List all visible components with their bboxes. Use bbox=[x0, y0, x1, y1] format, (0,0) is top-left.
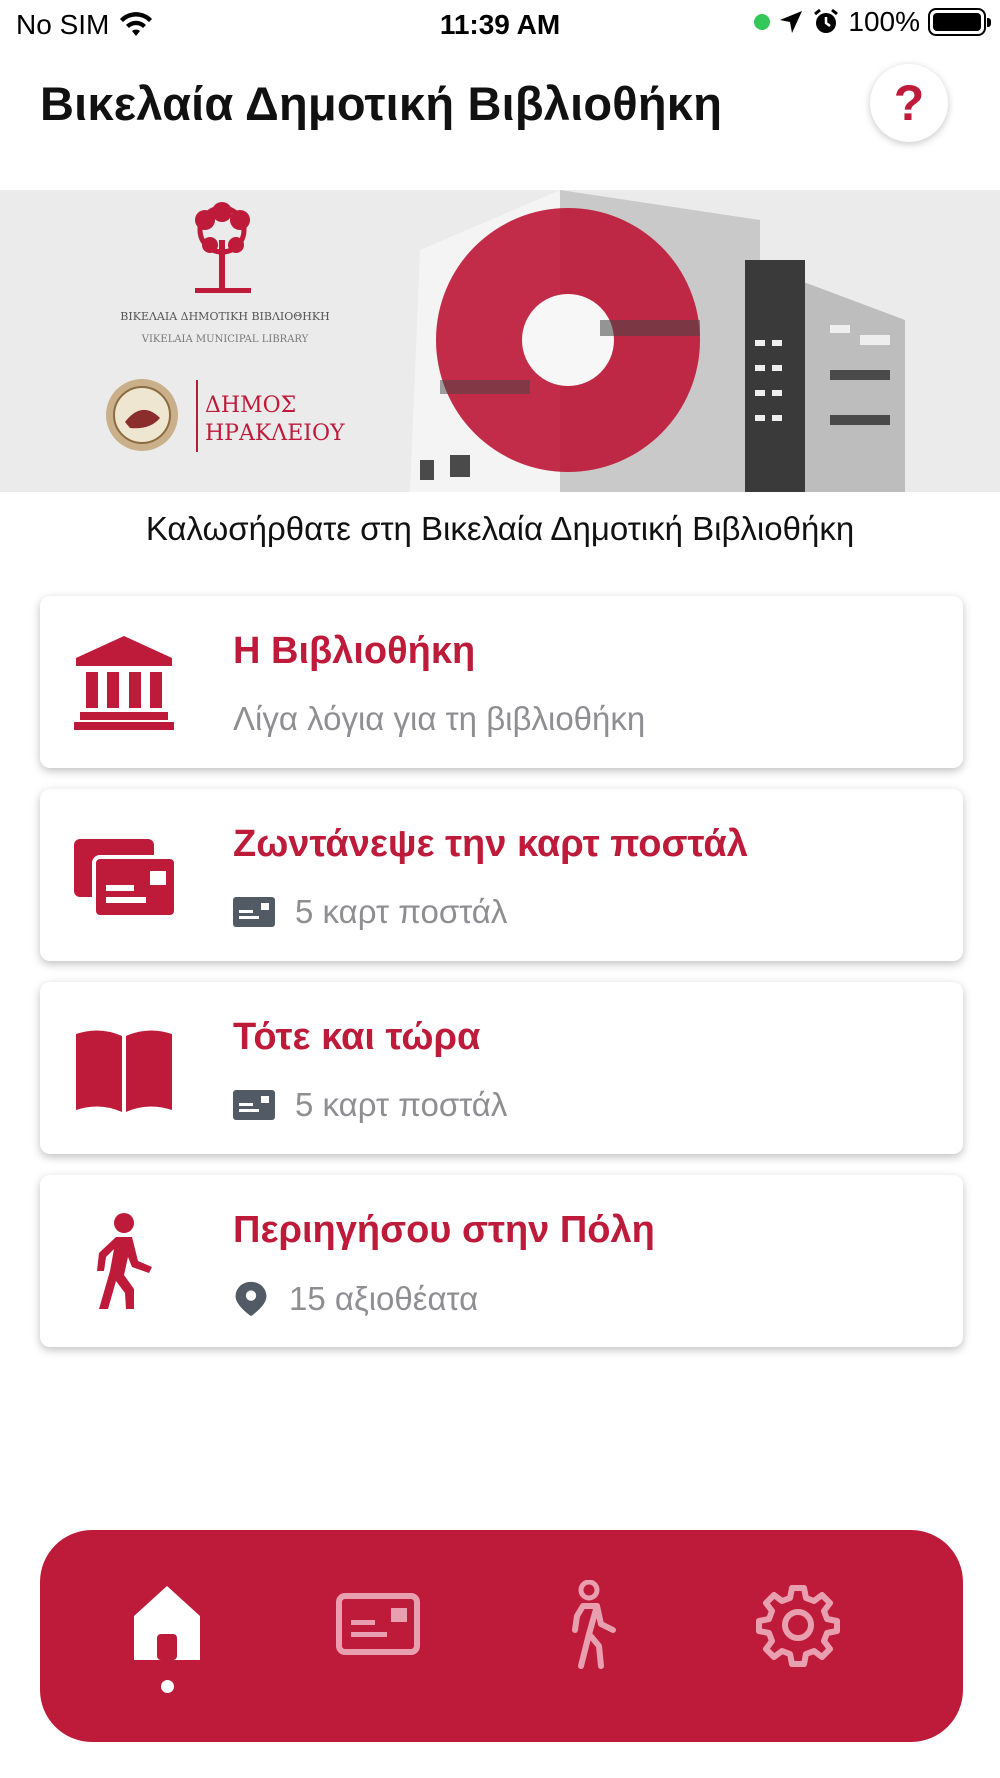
library-banner-image: ΒΙΚΕΛΑΙΑ ΔΗΜΟΤΙΚΗ ΒΙΒΛΙΟΘΗΚΗ VIKELAIA MU… bbox=[0, 190, 1000, 492]
municipality-text-1: ΔΗΜΟΣ bbox=[205, 393, 296, 418]
banner-logo-text: ΒΙΚΕΛΑΙΑ ΔΗΜΟΤΙΚΗ ΒΙΒΛΙΟΘΗΚΗ bbox=[120, 310, 329, 323]
menu-card-city-tour[interactable]: Περιηγήσου στην Πόλη 15 αξιοθέατα bbox=[40, 1175, 963, 1347]
tab-bar bbox=[40, 1530, 963, 1742]
postcard-icon bbox=[336, 1593, 420, 1655]
menu-card-title: Περιηγήσου στην Πόλη bbox=[233, 1209, 655, 1251]
menu-card-subtitle-text: 15 αξιοθέατα bbox=[289, 1280, 479, 1317]
menu-card-subtitle-text: 5 καρτ ποστάλ bbox=[295, 893, 508, 930]
menu-card-title: Τότε και τώρα bbox=[233, 1016, 481, 1058]
home-icon bbox=[134, 1586, 200, 1660]
status-bar: No SIM 11:39 AM 100% bbox=[0, 0, 1000, 50]
menu-card-subtitle: 5 καρτ ποστάλ bbox=[233, 893, 507, 931]
postcard-icon bbox=[233, 897, 275, 927]
location-arrow-icon bbox=[780, 11, 803, 33]
banner-illustration: ΒΙΚΕΛΑΙΑ ΔΗΜΟΤΙΚΗ ΒΙΒΛΙΟΘΗΚΗ VIKELAIA MU… bbox=[0, 190, 1000, 492]
menu-card-subtitle: 15 αξιοθέατα bbox=[233, 1279, 478, 1319]
open-book-icon bbox=[76, 1030, 172, 1112]
battery-percent: 100% bbox=[848, 6, 920, 37]
gear-icon bbox=[756, 1585, 840, 1667]
battery-icon bbox=[928, 8, 991, 36]
menu-card-subtitle: 5 καρτ ποστάλ bbox=[233, 1086, 507, 1124]
active-tab-indicator bbox=[161, 1680, 174, 1693]
library-icon bbox=[74, 636, 174, 730]
page-title: Βικελαία Δημοτική Βιβλιοθήκη bbox=[40, 77, 723, 130]
menu-card-then-and-now[interactable]: Τότε και τώρα 5 καρτ ποστάλ bbox=[40, 982, 963, 1154]
menu-card-title: Η Βιβλιοθήκη bbox=[233, 630, 476, 672]
camera-in-use-dot bbox=[754, 14, 771, 30]
walking-person-icon bbox=[97, 1213, 152, 1309]
menu-card-subtitle-text: Λίγα λόγια για τη βιβλιοθήκη bbox=[233, 700, 646, 737]
menu-card-title: Ζωντάνεψε την καρτ ποστάλ bbox=[233, 823, 748, 865]
postcards-icon bbox=[74, 839, 176, 919]
alarm-icon bbox=[814, 8, 839, 33]
walking-person-icon bbox=[572, 1580, 616, 1669]
menu-card-subtitle: Λίγα λόγια για τη βιβλιοθήκη bbox=[233, 700, 645, 738]
banner-logo-subtext: VIKELAIA MUNICIPAL LIBRARY bbox=[141, 334, 309, 345]
menu-card-library[interactable]: Η Βιβλιοθήκη Λίγα λόγια για τη βιβλιοθήκ… bbox=[40, 596, 963, 768]
tab-city-tour[interactable] bbox=[538, 1580, 638, 1690]
municipality-text-2: ΗΡΑΚΛΕΙΟΥ bbox=[205, 421, 345, 446]
help-button[interactable]: ? bbox=[870, 64, 948, 142]
menu-card-postcards[interactable]: Ζωντάνεψε την καρτ ποστάλ 5 καρτ ποστάλ bbox=[40, 789, 963, 961]
postcard-icon bbox=[233, 1090, 275, 1120]
tab-home[interactable] bbox=[117, 1580, 217, 1693]
status-right: 100% bbox=[754, 6, 991, 38]
tab-settings[interactable] bbox=[748, 1580, 848, 1690]
tab-postcards[interactable] bbox=[328, 1580, 428, 1690]
menu-card-subtitle-text: 5 καρτ ποστάλ bbox=[295, 1086, 508, 1123]
location-pin-icon bbox=[235, 1281, 267, 1317]
welcome-text: Καλωσήρθατε στη Βικελαία Δημοτική Βιβλιο… bbox=[145, 510, 855, 547]
question-mark-icon: ? bbox=[893, 75, 925, 131]
